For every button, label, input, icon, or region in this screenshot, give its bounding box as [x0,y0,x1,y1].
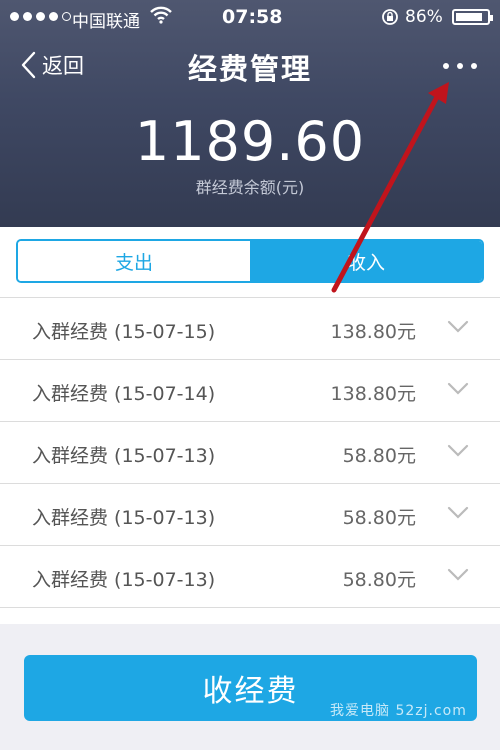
tab-income-label: 收入 [346,251,385,274]
list-item[interactable]: 入群经费 (15-07-13) 58.80元 [0,545,500,607]
segmented-control: 支出 收入 [16,239,484,283]
tab-expense[interactable]: 支出 [18,241,250,281]
item-amount: 58.80元 [342,445,416,467]
chevron-down-icon[interactable] [447,506,469,520]
header: 中国联通 07:58 86% 返回 经费管理 1189.60 群经费余额(元) [0,0,500,227]
list-item[interactable]: 入群经费 (15-07-15) 138.80元 [0,297,500,359]
item-amount: 138.80元 [330,321,416,343]
more-dots-icon [443,63,449,69]
item-title: 入群经费 (15-07-13) [32,569,216,591]
battery-icon [452,9,493,25]
item-title: 入群经费 (15-07-15) [32,321,216,343]
item-amount: 58.80元 [342,507,416,529]
list-item[interactable]: 入群经费 (15-07-14) 138.80元 [0,359,500,421]
item-amount: 58.80元 [342,569,416,591]
watermark: 我爱电脑 52zj.com [330,703,467,719]
item-title: 入群经费 (15-07-13) [32,507,216,529]
wifi-icon [150,6,172,24]
balance-label: 群经费余额(元) [195,178,305,197]
list-item[interactable]: 入群经费 (15-07-13) 58.80元 [0,421,500,483]
collect-funds-label: 收经费 [202,674,299,709]
list-item[interactable]: 入群经费 (15-07-13) 58.80元 [0,483,500,545]
clock: 07:58 [222,6,283,28]
page-title: 经费管理 [187,52,312,86]
list-divider [0,607,500,624]
carrier-name: 中国联通 [72,12,140,32]
rotation-lock-icon [382,9,398,25]
item-title: 入群经费 (15-07-14) [32,383,216,405]
battery-percent: 86% [405,7,443,27]
chevron-down-icon[interactable] [447,320,469,334]
more-options-button[interactable] [443,60,477,72]
signal-strength-icon [10,12,71,21]
status-bar: 中国联通 07:58 86% [0,0,500,34]
tab-bar: 支出 收入 [0,227,500,297]
chevron-down-icon[interactable] [447,568,469,582]
item-amount: 138.80元 [330,383,416,405]
tab-expense-label: 支出 [114,251,153,274]
tab-income[interactable]: 收入 [250,241,482,281]
chevron-down-icon[interactable] [447,444,469,458]
chevron-down-icon[interactable] [447,382,469,396]
balance-amount: 1189.60 [134,110,366,173]
income-list: 入群经费 (15-07-15) 138.80元 入群经费 (15-07-14) … [0,297,500,624]
item-title: 入群经费 (15-07-13) [32,445,216,467]
